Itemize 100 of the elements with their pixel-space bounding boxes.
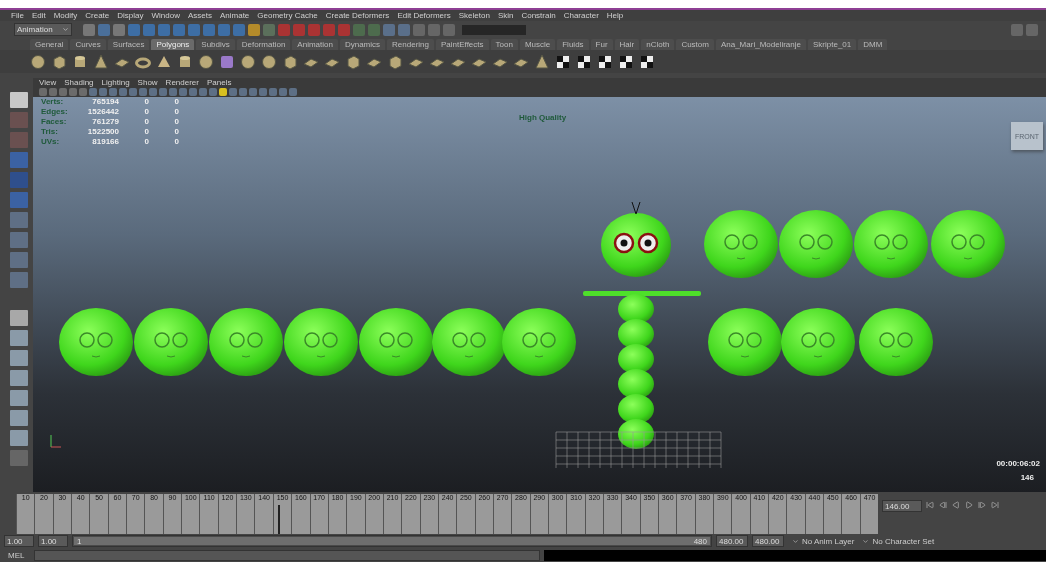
- playback-start-field[interactable]: 1.00: [38, 535, 68, 547]
- menu-item[interactable]: Constrain: [521, 11, 556, 20]
- shelf-tab[interactable]: Muscle: [519, 39, 556, 50]
- menu-item[interactable]: Display: [117, 11, 144, 20]
- step-back-icon[interactable]: [938, 500, 948, 510]
- anim-layer-dropdown[interactable]: No Anim Layer: [792, 536, 855, 546]
- toolbar-icon[interactable]: [263, 23, 275, 36]
- menu-item[interactable]: Animate: [219, 11, 250, 20]
- layout-icon[interactable]: [10, 350, 28, 366]
- toolbar-icon[interactable]: [443, 23, 455, 36]
- menu-item[interactable]: Help: [606, 11, 624, 20]
- checker-icon[interactable]: [597, 53, 613, 70]
- toolbar-icon[interactable]: [278, 23, 290, 36]
- layout-icon[interactable]: [10, 430, 28, 446]
- menu-item[interactable]: Character: [563, 11, 599, 20]
- tool-icon[interactable]: [219, 53, 235, 70]
- toolbar-icon[interactable]: [233, 23, 245, 36]
- sphere-icon[interactable]: [198, 53, 214, 70]
- command-field[interactable]: [34, 549, 540, 561]
- checker-icon[interactable]: [555, 53, 571, 70]
- checker-icon[interactable]: [618, 53, 634, 70]
- menu-item[interactable]: Edit: [31, 11, 46, 20]
- shelf-tab[interactable]: Ana_Mari_Modeliranje: [715, 39, 806, 50]
- shelf-tab[interactable]: Subdivs: [196, 39, 235, 50]
- panel-menu-item[interactable]: View: [39, 78, 57, 87]
- skip-back-icon[interactable]: [925, 500, 935, 510]
- panel-menu-item[interactable]: Panels: [206, 78, 232, 87]
- panel-menu-item[interactable]: Show: [137, 78, 158, 87]
- sphere-icon[interactable]: [30, 53, 46, 70]
- cylinder-icon[interactable]: [72, 53, 88, 70]
- toolbar-icon[interactable]: [143, 23, 155, 36]
- shelf-tab[interactable]: Animation: [292, 39, 338, 50]
- checker-icon[interactable]: [576, 53, 592, 70]
- shelf-tab[interactable]: Deformation: [236, 39, 291, 50]
- shelf-tab[interactable]: Curves: [70, 39, 106, 50]
- toolbar-icon[interactable]: [188, 23, 200, 36]
- play-icon[interactable]: [964, 500, 974, 510]
- shelf-tab[interactable]: Fur: [590, 39, 613, 50]
- toolbar-icon[interactable]: [383, 23, 395, 36]
- toolbar-icon[interactable]: [158, 23, 170, 36]
- toolbar-icon[interactable]: [1026, 23, 1038, 36]
- menu-item[interactable]: Window: [151, 11, 180, 20]
- panel-menu-item[interactable]: Shading: [64, 78, 94, 87]
- start-time-field[interactable]: 1.00: [4, 535, 34, 547]
- toolbar-icon[interactable]: [308, 23, 320, 36]
- shelf-tab[interactable]: DMM: [858, 39, 888, 50]
- input-field[interactable]: [462, 24, 526, 35]
- toolbar-icon[interactable]: [218, 23, 230, 36]
- toolbar-icon[interactable]: [323, 23, 335, 36]
- toolbar-icon[interactable]: [113, 23, 125, 36]
- cylinder-icon[interactable]: [177, 53, 193, 70]
- cube-icon[interactable]: [282, 53, 298, 70]
- toolbar-icon[interactable]: [128, 23, 140, 36]
- toolbar-icon[interactable]: [368, 23, 380, 36]
- layout-icon[interactable]: [10, 310, 28, 326]
- menu-item[interactable]: Create: [85, 11, 110, 20]
- cube-icon[interactable]: [387, 53, 403, 70]
- command-language-label[interactable]: MEL: [8, 550, 30, 560]
- shelf-tab[interactable]: Rendering: [387, 39, 434, 50]
- shelf-tab[interactable]: General: [30, 39, 69, 50]
- cone-icon[interactable]: [534, 53, 550, 70]
- toolbar-icon[interactable]: [1011, 23, 1023, 36]
- cube-icon[interactable]: [51, 53, 67, 70]
- shelf-tab[interactable]: Surfaces: [107, 39, 150, 50]
- menu-item[interactable]: Modify: [53, 11, 78, 20]
- mode-dropdown[interactable]: Animation: [14, 23, 72, 36]
- panel-menu-item[interactable]: Lighting: [101, 78, 130, 87]
- shelf-tab[interactable]: Toon: [490, 39, 518, 50]
- shelf-tab[interactable]: Skripte_01: [808, 39, 857, 50]
- layout-icon[interactable]: [10, 450, 28, 466]
- toolbar-icon[interactable]: [398, 23, 410, 36]
- cone-icon[interactable]: [93, 53, 109, 70]
- menu-item[interactable]: Skin: [497, 11, 514, 20]
- toolbar-icon[interactable]: [293, 23, 305, 36]
- toolbar-icon[interactable]: [338, 23, 350, 36]
- toolbar-icon[interactable]: [248, 23, 260, 36]
- character-set-dropdown[interactable]: No Character Set: [862, 536, 935, 546]
- shelf-tab[interactable]: Custom: [676, 39, 714, 50]
- toolbar-icon[interactable]: [203, 23, 215, 36]
- playback-end-field[interactable]: 480.00: [716, 535, 748, 547]
- end-time-field[interactable]: 480.00: [752, 535, 784, 547]
- shelf-tab[interactable]: Polygons: [151, 39, 195, 50]
- toolbar-icon[interactable]: [353, 23, 365, 36]
- layout-icon[interactable]: [10, 410, 28, 426]
- panel-menu-item[interactable]: Renderer: [165, 78, 199, 87]
- playhead[interactable]: [278, 505, 281, 534]
- menu-item[interactable]: Create Deformers: [325, 11, 390, 20]
- menu-item[interactable]: Geometry Cache: [257, 11, 318, 20]
- play-backward-icon[interactable]: [951, 500, 961, 510]
- sphere-icon[interactable]: [261, 53, 277, 70]
- toolbar-icon[interactable]: [428, 23, 440, 36]
- range-slider-handle[interactable]: 1 480: [74, 537, 710, 545]
- shelf-tab[interactable]: Fluids: [557, 39, 589, 50]
- menu-item[interactable]: Edit Deformers: [397, 11, 451, 20]
- shelf-tab[interactable]: nCloth: [641, 39, 675, 50]
- menu-item[interactable]: Assets: [187, 11, 212, 20]
- shelf-tab[interactable]: PaintEffects: [436, 39, 489, 50]
- menu-item[interactable]: File: [11, 11, 24, 20]
- shelf-tab[interactable]: Dynamics: [339, 39, 386, 50]
- sphere-icon[interactable]: [240, 53, 256, 70]
